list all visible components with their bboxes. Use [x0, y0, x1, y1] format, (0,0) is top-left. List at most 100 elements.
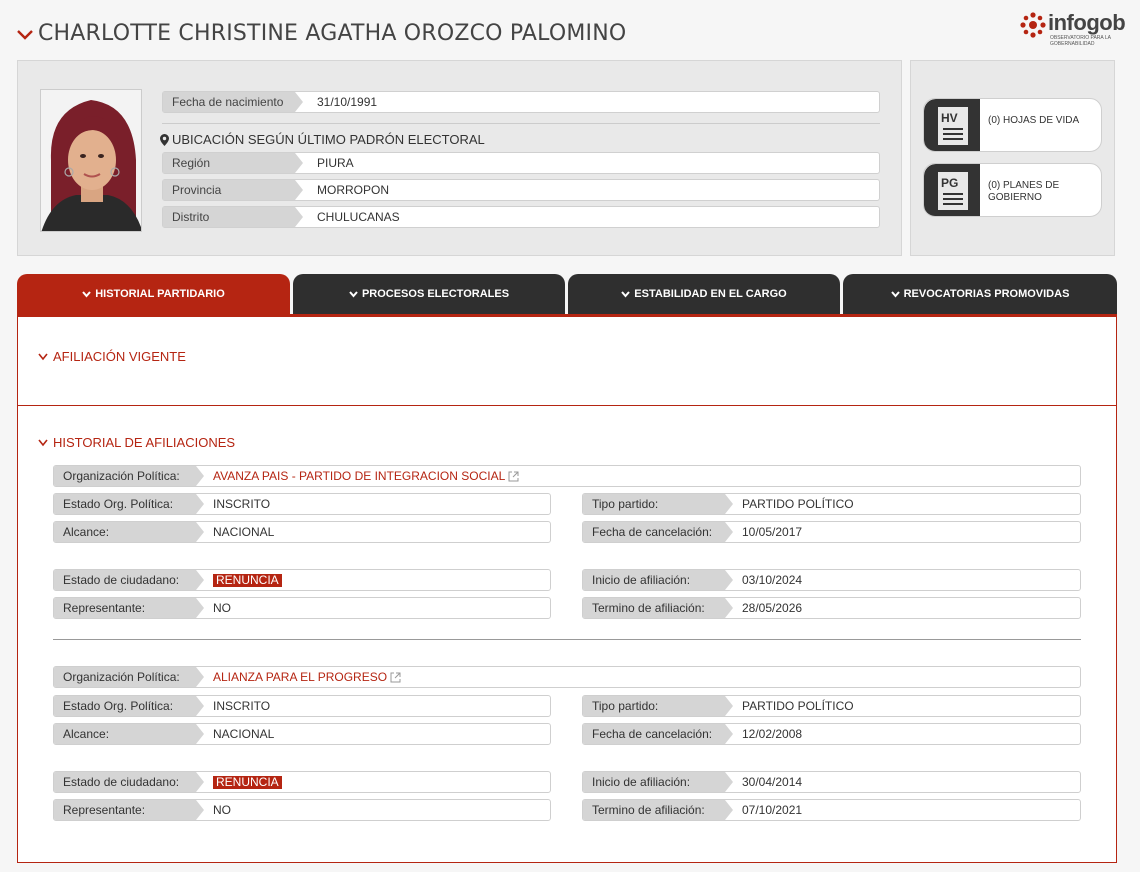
divider	[162, 123, 880, 124]
field-label: Fecha de nacimiento	[163, 92, 303, 112]
field-value: PIURA	[317, 156, 354, 170]
page-title: CHARLOTTE CHRISTINE AGATHA OROZCO PALOMI…	[38, 21, 627, 46]
chevron-down-icon	[349, 290, 358, 298]
pg-document-icon: PG	[924, 164, 980, 216]
org-name[interactable]: AVANZA PAIS - PARTIDO DE INTEGRACION SOC…	[213, 466, 505, 486]
planes-de-gobierno-button[interactable]: PG (0) PLANES DE GOBIERNO	[923, 163, 1102, 217]
section-title-text: HISTORIAL DE AFILIACIONES	[53, 435, 236, 450]
province-field: Provincia MORROPON	[162, 179, 880, 201]
field-value: 31/10/1991	[317, 95, 378, 109]
org-field: Organización Política: ALIANZA PARA EL P…	[53, 666, 1081, 688]
status-badge: RENUNCIA	[213, 776, 282, 789]
field-label: Representante:	[54, 800, 204, 820]
field-value: NO	[213, 803, 231, 817]
candidate-photo	[40, 89, 142, 232]
location-title: UBICACIÓN SEGÚN ÚLTIMO PADRÓN ELECTORAL	[160, 132, 485, 147]
org-state-field: Estado Org. Política: INSCRITO	[53, 493, 551, 515]
field-value: NACIONAL	[213, 525, 275, 539]
representative-field: Representante: NO	[53, 597, 551, 619]
field-label: Tipo partido:	[583, 696, 733, 716]
field-label: Termino de afiliación:	[583, 800, 733, 820]
chevron-down-icon	[38, 439, 48, 446]
field-label: Estado Org. Política:	[54, 696, 204, 716]
map-marker-icon	[160, 133, 169, 146]
field-label: Inicio de afiliación:	[583, 772, 733, 792]
status-badge: RENUNCIA	[213, 574, 282, 587]
tab-revocatorias-promovidas[interactable]: REVOCATORIAS PROMOVIDAS	[843, 274, 1117, 314]
pg-label: (0) PLANES DE GOBIERNO	[988, 180, 1060, 203]
chevron-down-icon	[38, 353, 48, 360]
field-value: 28/05/2026	[742, 601, 803, 615]
tab-estabilidad-en-el-cargo[interactable]: ESTABILIDAD EN EL CARGO	[568, 274, 840, 314]
cancel-date-field: Fecha de cancelación: 12/02/2008	[582, 723, 1081, 745]
documents-panel: HV (0) HOJAS DE VIDA PG (0) PLANES DE GO…	[910, 60, 1115, 256]
section-historial-afiliaciones[interactable]: HISTORIAL DE AFILIACIONES	[38, 435, 235, 450]
field-label: Región	[163, 153, 303, 173]
chevron-down-icon	[621, 290, 631, 298]
representative-field: Representante: NO	[53, 799, 551, 821]
end-date-field: Termino de afiliación: 07/10/2021	[582, 799, 1081, 821]
scope-field: Alcance: NACIONAL	[53, 723, 551, 745]
logo-wordmark: infogob	[1048, 10, 1126, 35]
hv-document-icon: HV	[924, 99, 980, 151]
affiliation-divider	[53, 639, 1081, 640]
field-value: CHULUCANAS	[317, 210, 400, 224]
field-label: Distrito	[163, 207, 303, 227]
field-label: Estado de ciudadano:	[54, 772, 204, 792]
chevron-down-icon	[82, 290, 91, 298]
infogob-logo[interactable]: infogob OBSERVATORIO PARA LA GOBERNABILI…	[1018, 10, 1126, 50]
field-label: Alcance:	[54, 724, 204, 744]
personal-info-panel: Fecha de nacimiento 31/10/1991 UBICACIÓN…	[17, 60, 902, 256]
section-afiliacion-vigente[interactable]: AFILIACIÓN VIGENTE	[38, 349, 186, 364]
field-value: 07/10/2021	[742, 803, 803, 817]
field-value: PARTIDO POLÍTICO	[742, 497, 854, 511]
tab-historial-partidario[interactable]: HISTORIAL PARTIDARIO	[17, 274, 290, 314]
org-link[interactable]: AVANZA PAIS - PARTIDO DE INTEGRACION SOC…	[213, 466, 519, 486]
start-date-field: Inicio de afiliación: 03/10/2024	[582, 569, 1081, 591]
field-label: Fecha de cancelación:	[583, 522, 733, 542]
party-type-field: Tipo partido: PARTIDO POLÍTICO	[582, 695, 1081, 717]
field-label: Fecha de cancelación:	[583, 724, 733, 744]
field-label: Estado de ciudadano:	[54, 570, 204, 590]
tab-procesos-electorales[interactable]: PROCESOS ELECTORALES	[293, 274, 565, 314]
field-label: Representante:	[54, 598, 204, 618]
party-type-field: Tipo partido: PARTIDO POLÍTICO	[582, 493, 1081, 515]
field-value: INSCRITO	[213, 497, 271, 511]
citizen-state-field: Estado de ciudadano: RENUNCIA	[53, 569, 551, 591]
field-label: Inicio de afiliación:	[583, 570, 733, 590]
tab-label: REVOCATORIAS PROMOVIDAS	[903, 288, 1070, 300]
tab-label: ESTABILIDAD EN EL CARGO	[634, 288, 787, 300]
org-name[interactable]: ALIANZA PARA EL PROGRESO	[213, 667, 387, 687]
field-label: Termino de afiliación:	[583, 598, 733, 618]
field-value: NACIONAL	[213, 727, 275, 741]
external-link-icon[interactable]	[508, 471, 519, 482]
field-value: 30/04/2014	[742, 775, 803, 789]
chevron-down-icon[interactable]	[16, 26, 34, 44]
field-label: Organización Política:	[54, 466, 204, 486]
page-header: CHARLOTTE CHRISTINE AGATHA OROZCO PALOMI…	[0, 0, 1140, 60]
hv-abbr: HV	[941, 111, 958, 125]
org-state-field: Estado Org. Política: INSCRITO	[53, 695, 551, 717]
citizen-state-field: Estado de ciudadano: RENUNCIA	[53, 771, 551, 793]
external-link-icon[interactable]	[390, 672, 401, 683]
district-field: Distrito CHULUCANAS	[162, 206, 880, 228]
tab-label: HISTORIAL PARTIDARIO	[95, 288, 225, 300]
cancel-date-field: Fecha de cancelación: 10/05/2017	[582, 521, 1081, 543]
section-divider	[18, 405, 1116, 406]
field-value: INSCRITO	[213, 699, 271, 713]
org-field: Organización Política: AVANZA PAIS - PAR…	[53, 465, 1081, 487]
tab-label: PROCESOS ELECTORALES	[361, 288, 510, 300]
hv-label: (0) HOJAS DE VIDA	[988, 115, 1080, 126]
hojas-de-vida-button[interactable]: HV (0) HOJAS DE VIDA	[923, 98, 1102, 152]
pg-abbr: PG	[941, 176, 959, 190]
location-title-text: UBICACIÓN SEGÚN ÚLTIMO PADRÓN ELECTORAL	[172, 132, 485, 147]
start-date-field: Inicio de afiliación: 30/04/2014	[582, 771, 1081, 793]
org-link[interactable]: ALIANZA PARA EL PROGRESO	[213, 667, 401, 687]
field-label: Alcance:	[54, 522, 204, 542]
portrait-image	[41, 90, 141, 231]
field-value: NO	[213, 601, 231, 615]
field-label: Organización Política:	[54, 667, 204, 687]
scope-field: Alcance: NACIONAL	[53, 521, 551, 543]
region-field: Región PIURA	[162, 152, 880, 174]
logo-mark-icon	[1020, 12, 1046, 38]
